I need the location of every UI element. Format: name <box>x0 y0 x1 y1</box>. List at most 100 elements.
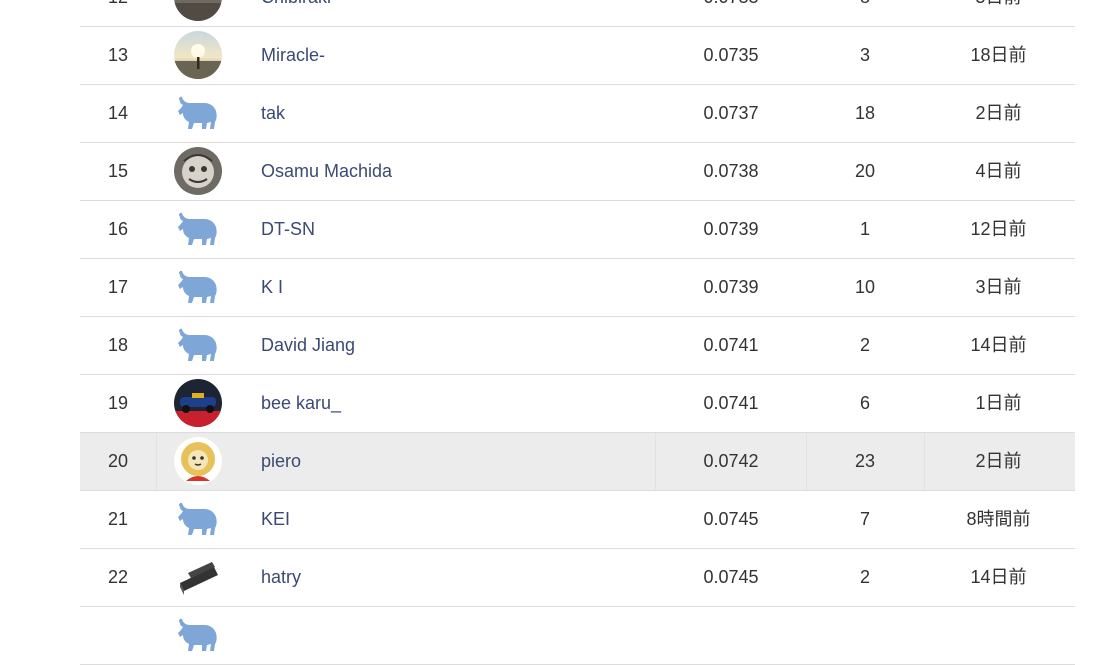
rank-cell: 17 <box>107 277 129 297</box>
last-submission-cell: 2日前 <box>975 103 1022 123</box>
last-submission-cell: 1日前 <box>975 393 1022 413</box>
column-divider <box>924 433 925 490</box>
leaderboard-row: 12 Chibiraki 0.0733 8 5日前 <box>80 0 1075 27</box>
avatar-cell <box>174 375 224 432</box>
sketch-avatar-icon[interactable] <box>174 147 222 195</box>
last-submission-cell <box>926 607 1071 664</box>
submission-count-cell: 20 <box>854 161 876 181</box>
user-name-link[interactable]: K I <box>261 259 283 316</box>
avatar-cell <box>174 85 224 142</box>
score-cell: 0.0733 <box>660 0 802 26</box>
user-name-link[interactable]: Chibiraki <box>261 0 331 26</box>
avatar-cell <box>174 0 224 26</box>
user-name-link[interactable]: KEI <box>261 491 290 548</box>
column-divider <box>655 433 656 490</box>
last-submission-cell: 14日前 <box>970 335 1027 355</box>
submission-count-cell: 2 <box>859 335 870 355</box>
submission-count-cell: 2 <box>859 567 870 587</box>
last-submission-cell: 14日前 <box>970 567 1027 587</box>
leaderboard-row: 22 hatry 0.0745 2 14日前 <box>80 549 1075 607</box>
column-divider <box>806 433 807 490</box>
avatar-cell <box>174 259 224 316</box>
last-submission-cell: 2日前 <box>975 451 1022 471</box>
score-cell: 0.0745 <box>703 567 759 587</box>
last-submission-cell: 4日前 <box>975 161 1022 181</box>
score-cell: 0.0737 <box>703 103 759 123</box>
rank-cell <box>80 607 156 664</box>
submission-count-cell: 18 <box>854 103 876 123</box>
avatar-cell <box>174 607 224 664</box>
score-cell: 0.0742 <box>703 451 759 471</box>
leaderboard-row <box>80 607 1075 665</box>
submission-count-cell: 3 <box>859 45 870 65</box>
sushi-avatar-icon[interactable] <box>174 553 222 601</box>
leaderboard-rows: 12 Chibiraki 0.0733 8 5日前 13 Miracle- 0.… <box>80 0 1075 665</box>
user-name-link[interactable]: hatry <box>261 549 301 606</box>
user-name-link[interactable]: bee karu_ <box>261 375 341 432</box>
rank-cell: 14 <box>107 103 129 123</box>
score-cell: 0.0741 <box>703 393 759 413</box>
user-name-link[interactable]: Osamu Machida <box>261 143 392 200</box>
user-name-link[interactable]: DT-SN <box>261 201 315 258</box>
submission-count-cell: 1 <box>859 219 870 239</box>
bull-avatar-icon[interactable] <box>174 611 222 659</box>
rank-cell: 20 <box>107 451 129 471</box>
leaderboard-row: 18 David Jiang 0.0741 2 14日前 <box>80 317 1075 375</box>
leaderboard-row: 17 K I 0.0739 10 3日前 <box>80 259 1075 317</box>
bull-avatar-icon[interactable] <box>174 263 222 311</box>
rank-cell: 22 <box>107 567 129 587</box>
submission-count-cell: 6 <box>859 393 870 413</box>
score-cell: 0.0745 <box>703 509 759 529</box>
leaderboard-row: 20 piero 0.0742 23 2日前 <box>80 433 1075 491</box>
rank-cell: 13 <box>107 45 129 65</box>
race-car-avatar-icon[interactable] <box>174 379 222 427</box>
submission-count-cell: 8 <box>808 0 922 26</box>
last-submission-cell: 5日前 <box>926 0 1071 26</box>
rank-cell: 21 <box>107 509 129 529</box>
avatar-cell <box>174 27 224 84</box>
rank-cell: 19 <box>107 393 129 413</box>
submission-count-cell: 10 <box>854 277 876 297</box>
rank-cell: 16 <box>107 219 129 239</box>
photo-avatar-icon[interactable] <box>174 0 222 21</box>
rank-cell: 18 <box>107 335 129 355</box>
score-cell: 0.0739 <box>703 219 759 239</box>
sunset-photo-avatar-icon[interactable] <box>174 31 222 79</box>
leaderboard-row: 13 Miracle- 0.0735 3 18日前 <box>80 27 1075 85</box>
last-submission-cell: 3日前 <box>975 277 1022 297</box>
bull-avatar-icon[interactable] <box>174 205 222 253</box>
user-name-link[interactable]: Miracle- <box>261 27 325 84</box>
leaderboard-row: 14 tak 0.0737 18 2日前 <box>80 85 1075 143</box>
last-submission-cell: 12日前 <box>970 219 1027 239</box>
leaderboard-row: 16 DT-SN 0.0739 1 12日前 <box>80 201 1075 259</box>
submission-count-cell <box>808 607 922 664</box>
user-name-link[interactable]: piero <box>261 433 301 490</box>
score-cell: 0.0738 <box>703 161 759 181</box>
leaderboard-table: 12 Chibiraki 0.0733 8 5日前 13 Miracle- 0.… <box>80 0 1075 665</box>
submission-count-cell: 7 <box>859 509 870 529</box>
lion-avatar-icon[interactable] <box>174 437 222 485</box>
avatar-cell <box>174 433 224 490</box>
rank-cell: 12 <box>80 0 156 26</box>
bull-avatar-icon[interactable] <box>174 495 222 543</box>
avatar-cell <box>174 201 224 258</box>
score-cell: 0.0735 <box>703 45 759 65</box>
leaderboard-row: 19 bee karu_ 0.0741 6 1日前 <box>80 375 1075 433</box>
leaderboard-row: 15 Osamu Machida 0.0738 20 4日前 <box>80 143 1075 201</box>
score-cell: 0.0741 <box>703 335 759 355</box>
avatar-cell <box>174 549 224 606</box>
last-submission-cell: 8時間前 <box>966 509 1031 529</box>
leaderboard-row: 21 KEI 0.0745 7 8時間前 <box>80 491 1075 549</box>
last-submission-cell: 18日前 <box>970 45 1027 65</box>
user-name-link[interactable]: David Jiang <box>261 317 355 374</box>
user-name-link[interactable]: tak <box>261 85 285 142</box>
score-cell <box>660 607 802 664</box>
bull-avatar-icon[interactable] <box>174 321 222 369</box>
bull-avatar-icon[interactable] <box>174 89 222 137</box>
column-divider <box>156 433 157 490</box>
submission-count-cell: 23 <box>854 451 876 471</box>
rank-cell: 15 <box>107 161 129 181</box>
avatar-cell <box>174 317 224 374</box>
avatar-cell <box>174 491 224 548</box>
avatar-cell <box>174 143 224 200</box>
